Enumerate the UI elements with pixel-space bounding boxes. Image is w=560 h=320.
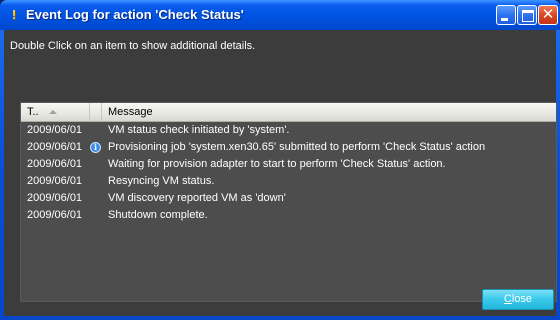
row-message: VM status check initiated by 'system'. (108, 124, 290, 136)
table-row[interactable]: 2009/06/01 VM discovery reported VM as '… (21, 190, 556, 207)
window-frame-bottom (0, 316, 560, 320)
window-title: Event Log for action 'Check Status' (26, 7, 244, 22)
row-date: 2009/06/01 (27, 158, 83, 170)
title-bar[interactable]: ! Event Log for action 'Check Status' ✕ (0, 0, 560, 30)
column-header-time[interactable]: T.. (21, 103, 90, 121)
dialog-body: Double Click on an item to show addition… (4, 30, 557, 320)
close-button-label: lose (511, 293, 533, 305)
close-button[interactable]: Close (482, 289, 554, 310)
table-row[interactable]: 2009/06/01 Waiting for provision adapter… (21, 156, 556, 173)
event-log-table[interactable]: T.. Message 2009/06/01 VM status check i… (20, 102, 557, 302)
table-row[interactable]: 2009/06/01 Resyncing VM status. (21, 173, 556, 190)
app-icon: ! (11, 7, 17, 22)
instruction-text: Double Click on an item to show addition… (10, 40, 256, 52)
event-log-window: ! Event Log for action 'Check Status' ✕ … (0, 0, 560, 320)
minimize-button[interactable] (496, 5, 516, 25)
table-header: T.. Message (21, 103, 556, 122)
row-message: Shutdown complete. (108, 209, 208, 221)
row-message: Provisioning job 'system.xen30.65' submi… (108, 141, 486, 153)
table-body: 2009/06/01 VM status check initiated by … (21, 122, 556, 224)
table-row[interactable]: 2009/06/01 Shutdown complete. (21, 207, 556, 224)
table-row[interactable]: 2009/06/01 VM status check initiated by … (21, 122, 556, 139)
column-header-time-label: T.. (27, 106, 39, 118)
column-header-message[interactable]: Message (102, 103, 153, 121)
sort-ascending-icon (49, 110, 57, 114)
row-message: Waiting for provision adapter to start t… (108, 158, 446, 170)
maximize-button[interactable] (517, 5, 537, 25)
row-message: Resyncing VM status. (108, 175, 215, 187)
table-row[interactable]: 2009/06/01 i Provisioning job 'system.xe… (21, 139, 556, 156)
row-date: 2009/06/01 (27, 209, 83, 221)
row-message: VM discovery reported VM as 'down' (108, 192, 286, 204)
row-date: 2009/06/01 (27, 141, 83, 153)
close-window-button[interactable]: ✕ (538, 5, 558, 25)
row-date: 2009/06/01 (27, 175, 83, 187)
close-icon: ✕ (541, 6, 555, 23)
close-button-mnemonic: C (503, 293, 512, 305)
info-icon: i (90, 142, 101, 153)
row-date: 2009/06/01 (27, 192, 83, 204)
row-date: 2009/06/01 (27, 124, 83, 136)
column-header-icon[interactable] (90, 103, 102, 121)
